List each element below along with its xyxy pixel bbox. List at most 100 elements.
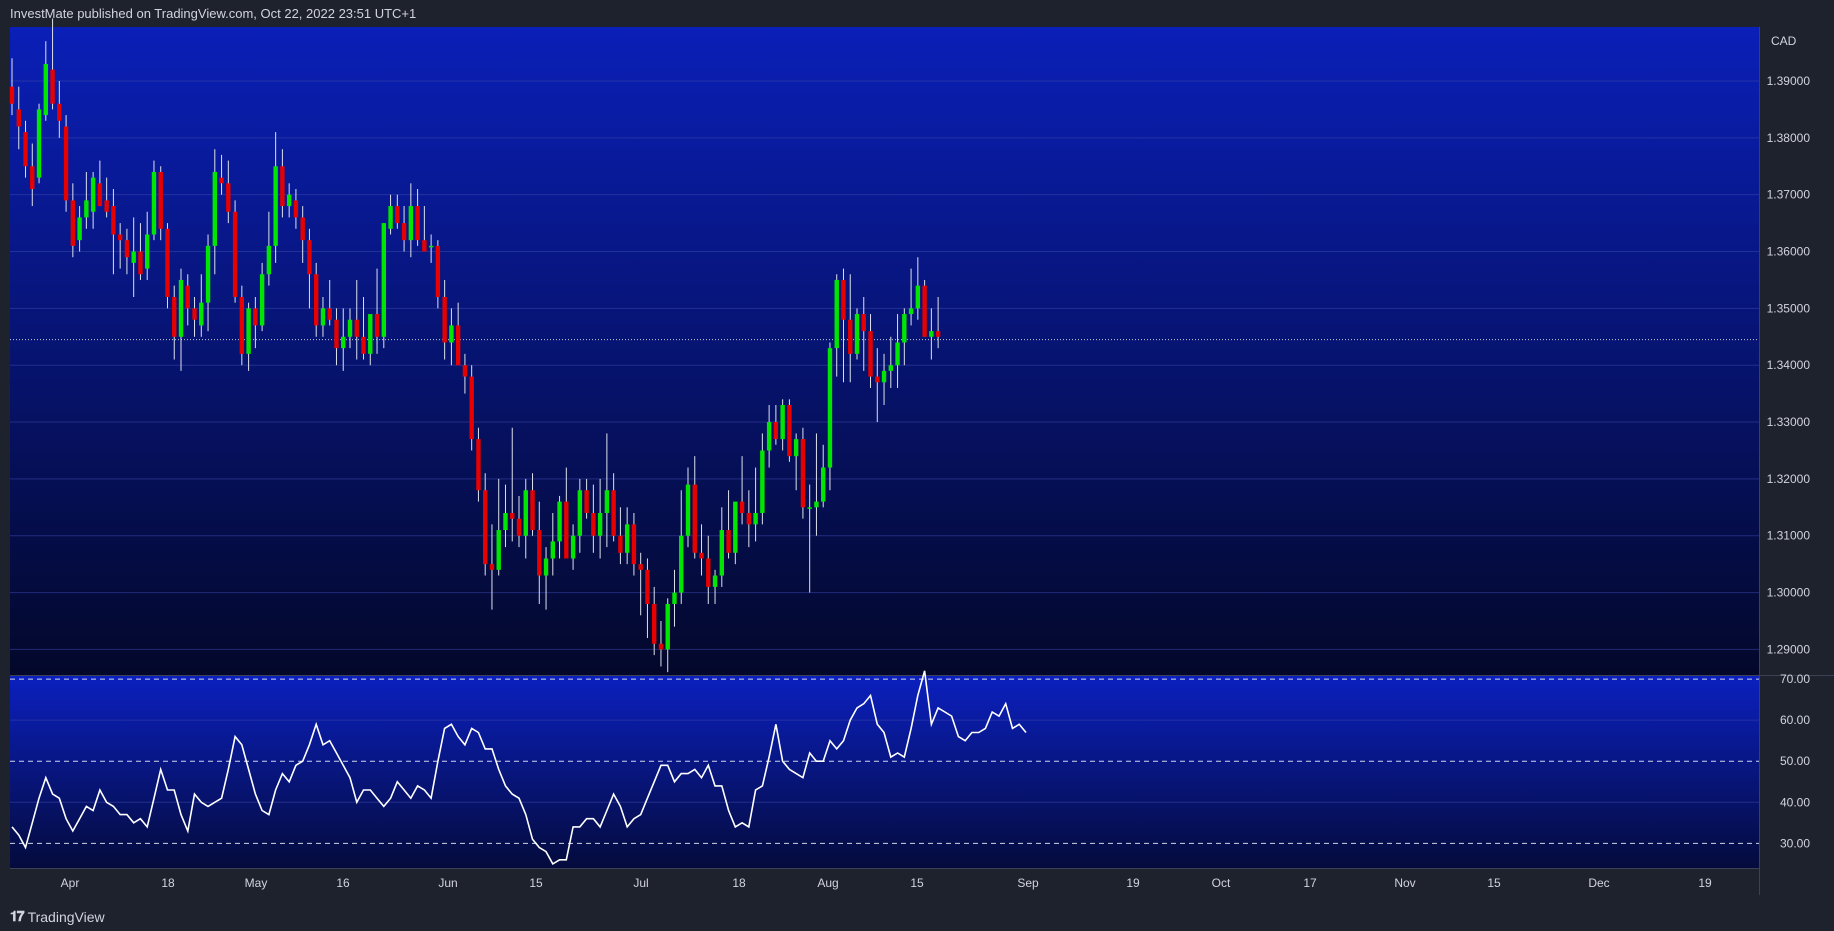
candle-body bbox=[929, 331, 934, 337]
candle-body bbox=[199, 302, 204, 326]
oscillator-tick-label: 60.00 bbox=[1780, 713, 1810, 727]
time-tick-label: 15 bbox=[529, 876, 543, 890]
candle-body bbox=[97, 183, 103, 207]
tradingview-logo-text: TradingView bbox=[27, 908, 105, 925]
candle-body bbox=[780, 405, 785, 440]
candle-body bbox=[476, 439, 481, 491]
candle bbox=[381, 223, 386, 349]
time-axis: Apr 18 May 16 Jun 15 Jul 18 Aug 15 Sep 19 Oct 17 Nov 15… bbox=[61, 876, 1712, 890]
time-tick-label: Jun bbox=[438, 876, 457, 890]
candle-body bbox=[300, 217, 305, 241]
candle-body bbox=[787, 405, 792, 457]
candle-body bbox=[841, 279, 846, 320]
candle-body bbox=[726, 530, 731, 553]
time-tick-label: 16 bbox=[336, 876, 350, 890]
chart-canvas[interactable]: CAD 1.39000 1.38000 1.37000 1.36000 1.35000 1… bbox=[0, 0, 1834, 931]
candle-body bbox=[117, 234, 123, 241]
candle-body bbox=[178, 279, 184, 337]
candle-body bbox=[16, 109, 21, 127]
candle bbox=[165, 223, 170, 309]
price-tick-label: 1.37000 bbox=[1767, 188, 1811, 202]
candle-body bbox=[773, 422, 779, 440]
candle-body bbox=[597, 513, 603, 536]
candle-body bbox=[90, 177, 96, 212]
candle-body bbox=[679, 535, 684, 593]
candle-body bbox=[266, 245, 272, 275]
time-tick-label: 18 bbox=[732, 876, 746, 890]
candle-body bbox=[530, 490, 535, 531]
candle-body bbox=[23, 132, 28, 167]
candle-body bbox=[205, 245, 211, 303]
currency-label: CAD bbox=[1771, 34, 1797, 48]
candle-body bbox=[760, 450, 765, 513]
candle-body bbox=[631, 524, 637, 565]
candle-body bbox=[793, 439, 799, 457]
candle bbox=[854, 308, 860, 360]
price-tick-label: 1.29000 bbox=[1767, 642, 1811, 656]
candle-body bbox=[570, 535, 576, 559]
price-tick-label: 1.33000 bbox=[1767, 415, 1811, 429]
candle-body bbox=[70, 200, 76, 246]
candle-body bbox=[327, 308, 332, 320]
candle-body bbox=[219, 177, 224, 184]
candle-body bbox=[455, 325, 461, 366]
candle-body bbox=[151, 171, 157, 235]
candle-body bbox=[733, 501, 738, 553]
candle-body bbox=[158, 171, 163, 229]
price-pane-background bbox=[10, 27, 1759, 675]
time-tick-label: 15 bbox=[910, 876, 924, 890]
tradingview-logo[interactable]: 𝟏𝟕 TradingView bbox=[10, 908, 105, 925]
candle-body bbox=[469, 376, 474, 440]
time-tick-label: Jul bbox=[633, 876, 648, 890]
candle-body bbox=[915, 285, 921, 309]
price-tick-label: 1.35000 bbox=[1767, 301, 1811, 315]
candle-body bbox=[665, 603, 670, 650]
price-tick-label: 1.38000 bbox=[1767, 131, 1811, 145]
time-tick-label: May bbox=[245, 876, 268, 890]
candle-body bbox=[638, 564, 643, 570]
candle bbox=[232, 200, 238, 303]
candle-body bbox=[699, 552, 704, 559]
candle-body bbox=[172, 297, 177, 337]
candle-body bbox=[753, 513, 758, 525]
candle-body bbox=[827, 348, 833, 468]
candle-body bbox=[624, 524, 630, 553]
candle-body bbox=[111, 206, 116, 235]
candle-body bbox=[165, 228, 170, 297]
candle-body bbox=[192, 308, 197, 320]
candle-body bbox=[516, 518, 522, 536]
candle-body bbox=[854, 314, 860, 354]
candle-body bbox=[577, 490, 583, 536]
price-axis: CAD 1.39000 1.38000 1.37000 1.36000 1.35000 1… bbox=[1767, 34, 1811, 656]
candle-body bbox=[232, 211, 238, 297]
candle-body bbox=[800, 439, 806, 508]
candle-body bbox=[138, 251, 143, 275]
candle-body bbox=[63, 126, 69, 201]
candle-body bbox=[658, 643, 664, 650]
price-tick-label: 1.32000 bbox=[1767, 472, 1811, 486]
time-tick-label: Apr bbox=[61, 876, 80, 890]
candle-body bbox=[368, 314, 373, 354]
candle-body bbox=[395, 206, 400, 224]
candle-body bbox=[483, 490, 488, 565]
candle-body bbox=[381, 223, 386, 337]
candle-body bbox=[239, 297, 245, 354]
candle-body bbox=[888, 365, 893, 371]
candle-body bbox=[314, 274, 319, 326]
candle-body bbox=[706, 558, 711, 587]
time-tick-label: Nov bbox=[1394, 876, 1415, 890]
candle-body bbox=[415, 206, 420, 241]
candle-body bbox=[212, 171, 217, 246]
candle-body bbox=[557, 501, 562, 542]
candle-body bbox=[43, 63, 48, 116]
candle-body bbox=[908, 308, 914, 315]
candle-body bbox=[739, 501, 745, 513]
candle-body bbox=[50, 69, 55, 104]
candle-body bbox=[719, 530, 724, 576]
candle-body bbox=[543, 558, 549, 576]
oscillator-tick-label: 50.00 bbox=[1780, 754, 1810, 768]
time-tick-label: Sep bbox=[1017, 876, 1039, 890]
candle-body bbox=[604, 490, 610, 513]
candle-body bbox=[766, 422, 772, 451]
time-tick-label: 19 bbox=[1126, 876, 1140, 890]
